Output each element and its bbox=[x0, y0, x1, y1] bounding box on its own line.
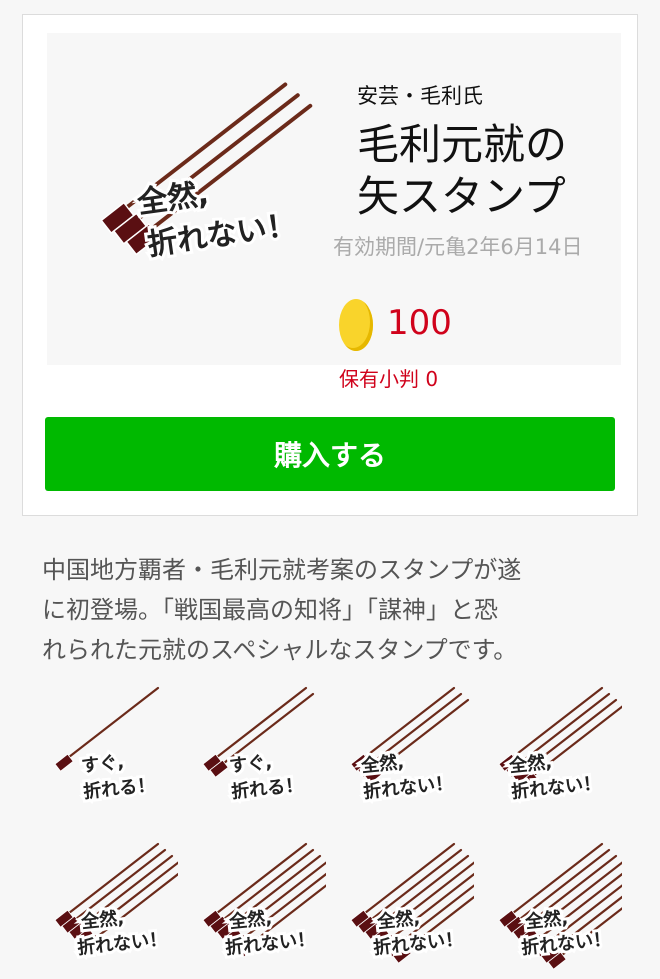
product-meta: 安芸・毛利氏 毛利元就の 矢スタンプ bbox=[357, 81, 647, 223]
sticker-preview[interactable]: 全然, 折れない！ bbox=[334, 676, 474, 816]
sticker-preview[interactable]: 全然, 折れない！ bbox=[482, 832, 622, 972]
title-line-2: 矢スタンプ bbox=[357, 172, 566, 221]
owned-balance: 保有小判 0 bbox=[339, 367, 439, 391]
sticker-caption-line1: 全然, bbox=[79, 907, 125, 933]
arrow-shaft bbox=[354, 686, 456, 766]
sticker-caption-line2: 折れる！ bbox=[230, 774, 304, 803]
sticker-preview[interactable]: 全然, 折れない！ bbox=[482, 676, 622, 816]
sticker-caption-line1: 全然, bbox=[134, 176, 211, 221]
buy-button[interactable]: 購入する bbox=[45, 417, 615, 491]
main-sticker-image: 全然, 折れない！ bbox=[100, 82, 313, 266]
sticker-caption-line1: 全然, bbox=[359, 751, 405, 777]
sticker-preview[interactable]: 全然, 折れない！ bbox=[38, 832, 178, 972]
product-description: 中国地方覇者・毛利元就考案のスタンプが遂 に初登場。「戦国最高の知将」「謀神」と… bbox=[42, 550, 622, 670]
sticker-caption-line1: 全然, bbox=[375, 907, 421, 933]
description-line-2: に初登場。「戦国最高の知将」「謀神」と恐 bbox=[42, 596, 498, 624]
product-category: 安芸・毛利氏 bbox=[357, 84, 483, 108]
sticker-preview[interactable]: すぐ, 折れる！ bbox=[186, 676, 326, 816]
sticker-caption-line1: 全然, bbox=[227, 907, 273, 933]
product-card: 全然, 折れない！ 安芸・毛利氏 毛利元就の 矢スタンプ 有効期間/元亀2年6月… bbox=[22, 14, 638, 516]
sticker-preview[interactable]: 全然, 折れない！ bbox=[334, 832, 474, 972]
product-title: 毛利元就の 矢スタンプ bbox=[357, 119, 647, 223]
description-line-3: れられた元就のスペシャルなスタンプです。 bbox=[42, 636, 518, 664]
sticker-preview-grid: すぐ, 折れる！ すぐ, 折れる！ 全然, 折れない！ 全然, 折れない！ 全然… bbox=[38, 676, 638, 976]
sticker-caption-line1: すぐ, bbox=[80, 752, 125, 777]
product-hero: 全然, 折れない！ 安芸・毛利氏 毛利元就の 矢スタンプ bbox=[47, 33, 621, 365]
gold-coin-icon bbox=[339, 299, 373, 351]
arrow-shaft bbox=[502, 686, 604, 766]
sticker-caption-line1: 全然, bbox=[523, 907, 569, 933]
title-line-1: 毛利元就の bbox=[357, 120, 568, 169]
sticker-caption-line2: 折れる！ bbox=[82, 774, 156, 803]
sticker-preview[interactable]: 全然, 折れない！ bbox=[186, 832, 326, 972]
sticker-caption-line1: すぐ, bbox=[228, 752, 273, 777]
sticker-caption-line1: 全然, bbox=[507, 751, 553, 777]
validity-text: 有効期間/元亀2年6月14日 bbox=[333, 235, 583, 259]
description-line-1: 中国地方覇者・毛利元就考案のスタンプが遂 bbox=[42, 556, 522, 584]
price-value: 100 bbox=[387, 303, 452, 343]
sticker-preview[interactable]: すぐ, 折れる！ bbox=[38, 676, 178, 816]
